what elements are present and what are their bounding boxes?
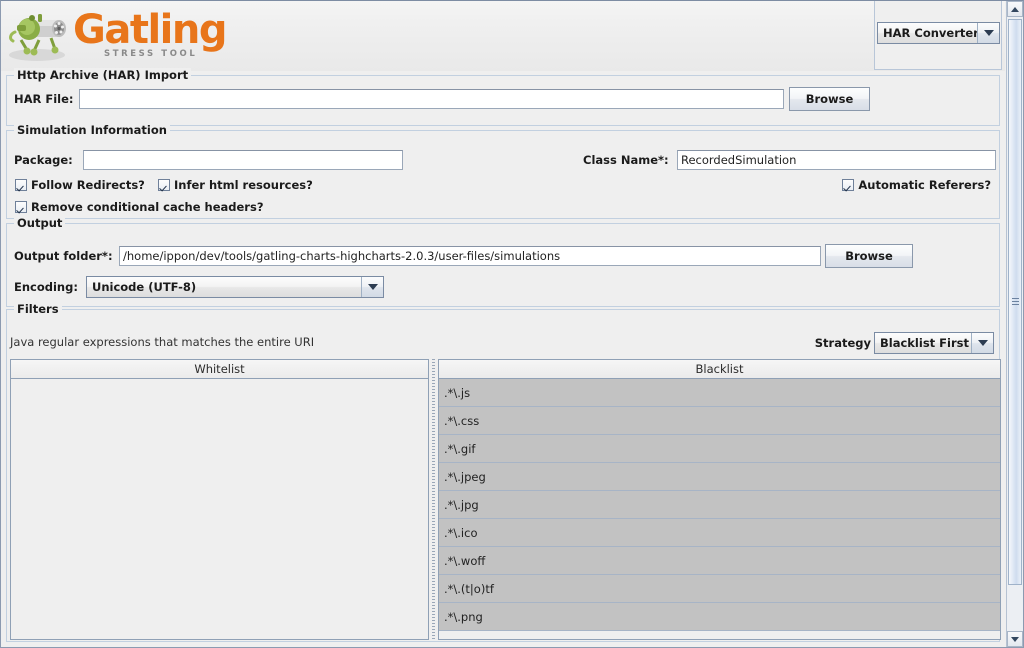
list-item[interactable]: .*\.gif	[439, 435, 1000, 463]
automatic-referers-label: Automatic Referers?	[858, 178, 991, 192]
package-label: Package:	[14, 153, 73, 167]
chevron-down-icon[interactable]	[977, 23, 999, 43]
blacklist-panel[interactable]: Blacklist .*\.js.*\.css.*\.gif.*\.jpeg.*…	[438, 359, 1001, 640]
output-folder-browse-button[interactable]: Browse	[825, 244, 913, 268]
list-item[interactable]: .*\.(t|o)tf	[439, 575, 1000, 603]
class-name-label: Class Name*:	[583, 153, 669, 167]
strategy-label: Strategy	[815, 336, 871, 350]
output-folder-input[interactable]: /home/ippon/dev/tools/gatling-charts-hig…	[119, 246, 821, 266]
filters-title: Filters	[14, 302, 62, 316]
checkbox-check-icon	[15, 201, 27, 213]
encoding-select-value: Unicode (UTF-8)	[87, 277, 361, 297]
har-import-title: Http Archive (HAR) Import	[14, 68, 191, 82]
simulation-information-section: Simulation Information Package: Class Na…	[6, 130, 1000, 219]
package-input[interactable]	[83, 150, 403, 170]
har-file-label: HAR File:	[14, 92, 74, 106]
scroll-up-arrow-icon[interactable]	[1007, 1, 1023, 17]
har-file-browse-button[interactable]: Browse	[789, 87, 870, 111]
header-bar: Gatling STRESS TOOL HAR Converter	[1, 1, 1005, 71]
list-item[interactable]: .*\.ico	[439, 519, 1000, 547]
encoding-select[interactable]: Unicode (UTF-8)	[86, 276, 384, 298]
output-folder-label: Output folder*:	[14, 249, 113, 263]
filters-splitter[interactable]	[430, 359, 437, 640]
list-item[interactable]: .*\.png	[439, 603, 1000, 631]
blacklist-rows[interactable]: .*\.js.*\.css.*\.gif.*\.jpeg.*\.jpg.*\.i…	[439, 379, 1000, 631]
list-item[interactable]: .*\.css	[439, 407, 1000, 435]
logo-subtitle: STRESS TOOL	[104, 49, 197, 59]
whitelist-panel[interactable]: Whitelist	[10, 359, 429, 640]
har-import-section: Http Archive (HAR) Import HAR File: Brow…	[6, 75, 1000, 126]
output-title: Output	[14, 216, 65, 230]
encoding-label: Encoding:	[14, 280, 78, 294]
filters-hint: Java regular expressions that matches th…	[10, 335, 314, 349]
har-file-input[interactable]	[79, 89, 784, 109]
logo-title: Gatling	[73, 9, 226, 51]
checkbox-check-icon	[158, 179, 170, 191]
scrollbar-thumb[interactable]	[1008, 19, 1022, 585]
infer-html-resources-checkbox[interactable]: Infer html resources?	[158, 178, 313, 192]
chevron-down-icon[interactable]	[971, 333, 993, 353]
class-name-input[interactable]: RecordedSimulation	[677, 150, 996, 170]
gatling-logo: Gatling STRESS TOOL	[7, 3, 203, 67]
strategy-select-value: Blacklist First	[875, 333, 971, 353]
remove-conditional-cache-headers-checkbox[interactable]: Remove conditional cache headers?	[15, 200, 264, 214]
list-item[interactable]: .*\.jpeg	[439, 463, 1000, 491]
automatic-referers-checkbox[interactable]: Automatic Referers?	[842, 178, 991, 192]
gatling-wordmark: Gatling STRESS TOOL	[73, 7, 203, 63]
checkbox-check-icon	[15, 179, 27, 191]
remove-conditional-cache-headers-label: Remove conditional cache headers?	[31, 200, 264, 214]
whitelist-header: Whitelist	[11, 360, 428, 379]
window-vertical-scrollbar[interactable]	[1006, 1, 1023, 647]
simulation-information-title: Simulation Information	[14, 123, 170, 137]
converter-panel: HAR Converter	[874, 1, 1002, 70]
list-item[interactable]: .*\.woff	[439, 547, 1000, 575]
list-item[interactable]: .*\.jpg	[439, 491, 1000, 519]
window-content: Gatling STRESS TOOL HAR Converter Http A…	[1, 1, 1005, 647]
scrollbar-grip-icon	[1012, 298, 1019, 306]
gatling-recorder-window: Gatling STRESS TOOL HAR Converter Http A…	[0, 0, 1024, 648]
blacklist-header: Blacklist	[439, 360, 1000, 379]
checkbox-check-icon	[842, 179, 854, 191]
converter-select-value: HAR Converter	[878, 23, 977, 43]
chevron-down-icon[interactable]	[361, 277, 383, 297]
list-item[interactable]: .*\.js	[439, 379, 1000, 407]
output-section: Output Output folder*: /home/ippon/dev/t…	[6, 223, 1000, 307]
filters-section: Filters Java regular expressions that ma…	[6, 309, 1000, 642]
follow-redirects-checkbox[interactable]: Follow Redirects?	[15, 178, 145, 192]
scroll-down-arrow-icon[interactable]	[1007, 631, 1023, 647]
strategy-select[interactable]: Blacklist First	[874, 332, 994, 354]
follow-redirects-label: Follow Redirects?	[31, 178, 145, 192]
infer-html-resources-label: Infer html resources?	[174, 178, 313, 192]
gatling-gun-icon	[7, 6, 69, 64]
converter-select[interactable]: HAR Converter	[877, 22, 1000, 44]
